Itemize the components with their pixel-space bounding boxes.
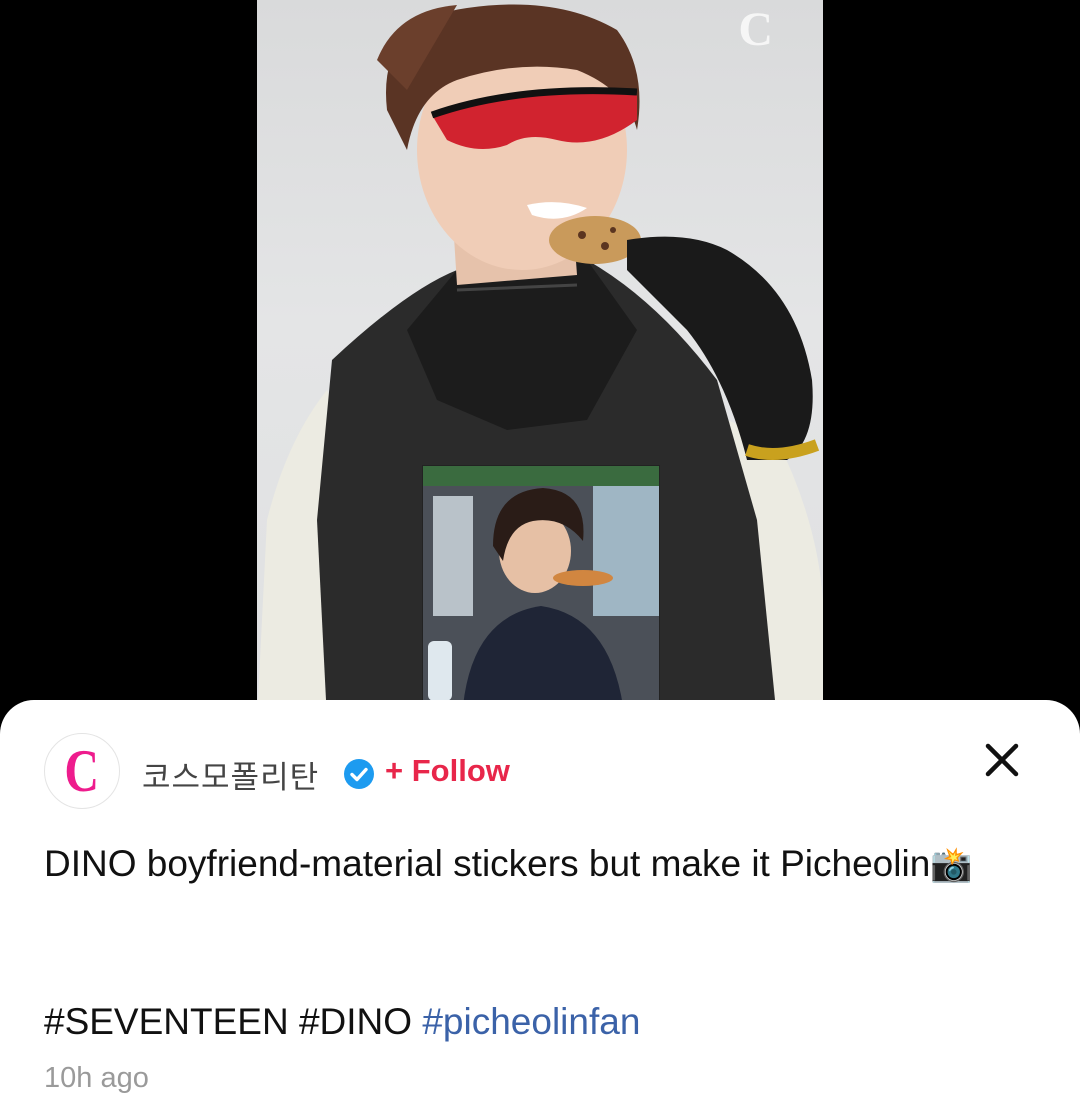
post-media[interactable]: C [257,0,823,720]
post-caption: DINO boyfriend-material stickers but mak… [44,840,1034,889]
watermark-logo: C [738,3,773,56]
close-icon[interactable] [982,740,1022,780]
hashtag-seventeen[interactable]: #SEVENTEEN [44,1001,289,1042]
post-details-sheet: C 코스모폴리탄 + Follow DINO boyfriend-materia… [0,700,1080,1110]
caption-text: DINO boyfriend-material stickers but mak… [44,843,931,884]
inset-photo [422,465,660,707]
post-timestamp: 10h ago [44,1062,149,1094]
account-name[interactable]: 코스모폴리탄 [142,752,319,797]
hashtag-picheolinfan[interactable]: #picheolinfan [422,1001,640,1042]
verified-check-icon [344,759,374,789]
camera-flash-emoji: 📸 [930,845,973,885]
follow-button[interactable]: + Follow [385,753,510,789]
hashtag-row: #SEVENTEEN #DINO #picheolinfan [44,1000,640,1044]
account-avatar[interactable]: C [44,733,120,809]
avatar-logo-letter: C [64,738,100,804]
hashtag-dino[interactable]: #DINO [299,1001,412,1042]
